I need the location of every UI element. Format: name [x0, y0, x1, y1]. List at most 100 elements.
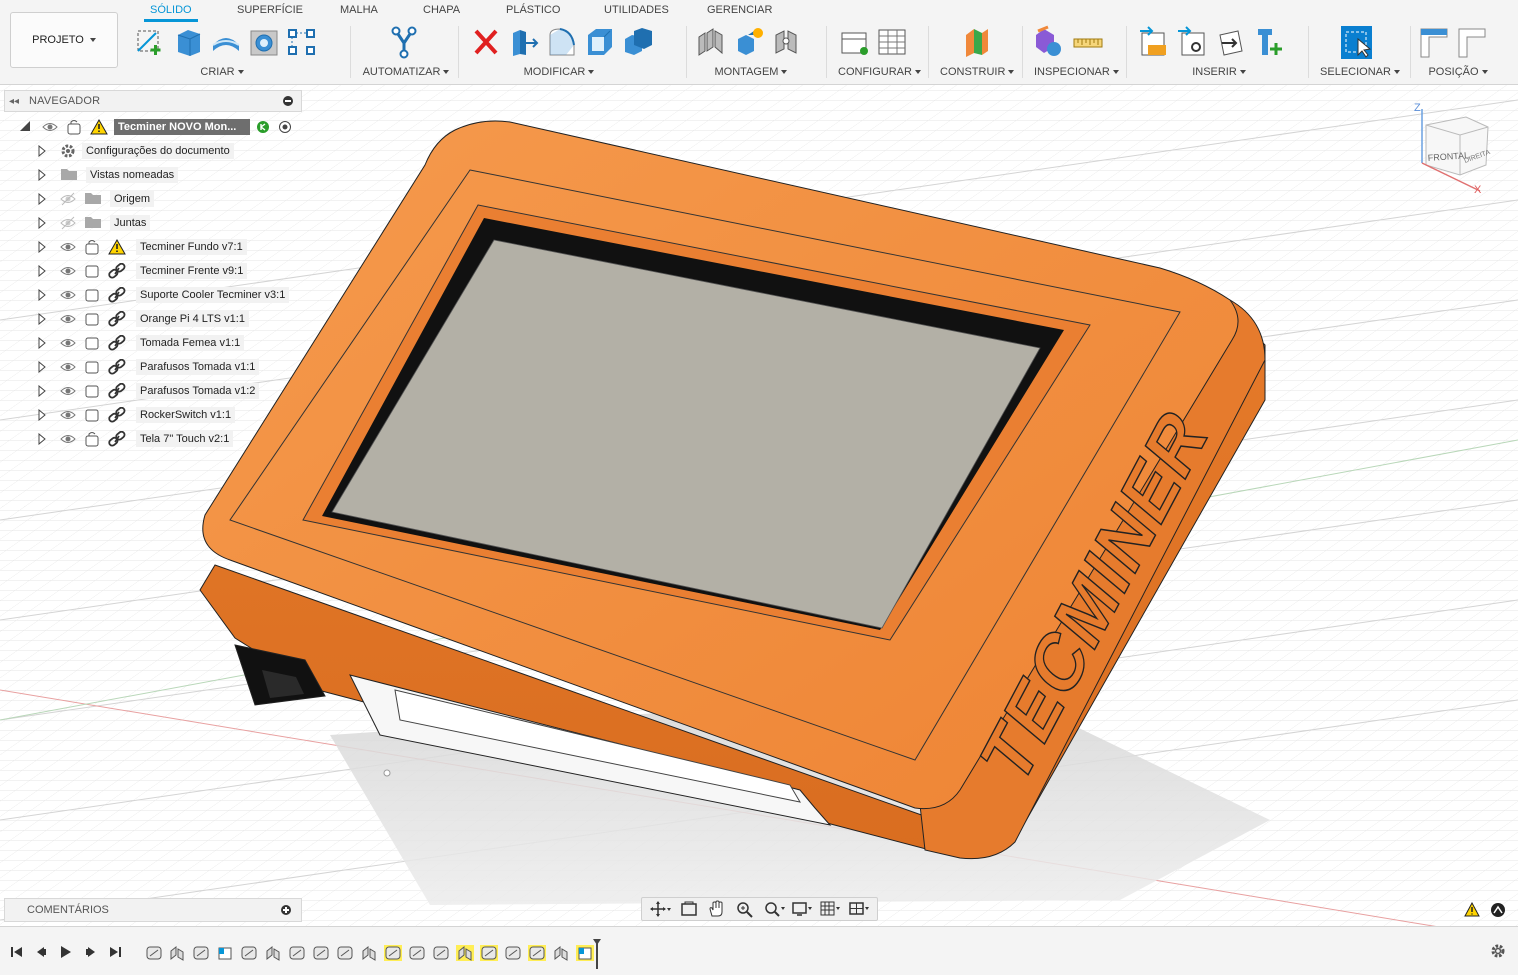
collapse-icon[interactable]: ◂◂ — [5, 96, 23, 107]
group-label-configurar[interactable]: CONFIGURAR — [838, 66, 921, 78]
group-label-automatizar[interactable]: AUTOMATIZAR — [362, 66, 450, 78]
timeline-end-icon[interactable] — [108, 945, 122, 959]
tree-item[interactable]: Tecminer Frente v9:1 — [0, 260, 310, 282]
expand-icon[interactable] — [38, 337, 46, 349]
visibility-eye-icon[interactable] — [60, 288, 76, 302]
visibility-eye-icon[interactable] — [60, 312, 76, 326]
revert-position-icon[interactable] — [1456, 25, 1488, 59]
expand-icon[interactable] — [38, 193, 46, 205]
timeline-feature-icon[interactable] — [288, 945, 306, 961]
visibility-eye-icon[interactable] — [60, 360, 76, 374]
visibility-eye-icon[interactable] — [60, 264, 76, 278]
tree-item-label[interactable]: RockerSwitch v1:1 — [136, 407, 236, 423]
view-cube[interactable]: FRONTAL DIREITA Z X — [1410, 102, 1500, 196]
root-component-label[interactable]: Tecminer NOVO Mon... — [114, 119, 250, 135]
select-icon[interactable] — [1340, 25, 1372, 59]
tree-item-label[interactable]: Suporte Cooler Tecminer v3:1 — [136, 287, 290, 303]
group-label-selecionar[interactable]: SELECIONAR — [1320, 66, 1400, 78]
inspect-shapes-icon[interactable] — [1034, 25, 1066, 59]
tab-plastico[interactable]: PLÁSTICO — [506, 4, 560, 16]
visibility-eye-icon[interactable] — [60, 408, 76, 422]
tree-item[interactable]: Parafusos Tomada v1:2 — [0, 380, 310, 402]
tab-malha[interactable]: MALHA — [340, 4, 378, 16]
shell-icon[interactable] — [584, 25, 616, 59]
insert-mcmaster-icon[interactable] — [1252, 25, 1284, 59]
timeline-marker[interactable] — [593, 939, 601, 969]
expand-icon[interactable] — [38, 289, 46, 301]
tree-item-label[interactable]: Tecminer Frente v9:1 — [136, 263, 248, 279]
construct-plane-icon[interactable] — [960, 25, 992, 59]
timeline-prev-icon[interactable] — [34, 945, 48, 959]
delete-icon[interactable] — [470, 25, 502, 59]
expand-icon[interactable] — [38, 265, 46, 277]
tree-item[interactable]: Juntas — [0, 212, 310, 234]
look-at-icon[interactable] — [678, 900, 700, 918]
tree-item[interactable]: Orange Pi 4 LTS v1:1 — [0, 308, 310, 330]
tab-solido[interactable]: SÓLIDO — [144, 4, 198, 22]
revolve-icon[interactable] — [210, 25, 242, 59]
timeline-feature-icon[interactable] — [432, 945, 450, 961]
expand-icon[interactable] — [38, 433, 46, 445]
timeline-feature-icon[interactable] — [145, 945, 163, 961]
create-sketch-icon[interactable] — [134, 25, 166, 59]
grid-settings-icon[interactable] — [819, 900, 841, 918]
insert-svg-icon[interactable] — [1138, 25, 1170, 59]
timeline-feature-icon[interactable] — [168, 945, 186, 961]
timeline-feature-icon[interactable] — [456, 945, 474, 961]
tab-gerenciar[interactable]: GERENCIAR — [707, 4, 772, 16]
tree-item[interactable]: Parafusos Tomada v1:1 — [0, 356, 310, 378]
tree-item[interactable]: RockerSwitch v1:1 — [0, 404, 310, 426]
tree-item-label[interactable]: Juntas — [110, 215, 151, 231]
expand-icon[interactable] — [38, 361, 46, 373]
display-settings-icon[interactable] — [791, 900, 813, 918]
tree-item-label[interactable]: Parafusos Tomada v1:2 — [136, 383, 260, 399]
timeline-feature-icon[interactable] — [216, 945, 234, 961]
tree-item-label[interactable]: Tecminer Fundo v7:1 — [136, 239, 247, 255]
timeline-feature-icon[interactable] — [480, 945, 498, 961]
tab-utilidades[interactable]: UTILIDADES — [604, 4, 669, 16]
insert-derive-icon[interactable] — [1214, 25, 1246, 59]
timeline-feature-icon[interactable] — [240, 945, 258, 961]
timeline-feature-icon[interactable] — [384, 945, 402, 961]
radio-active-icon[interactable] — [278, 120, 292, 134]
group-label-posicao[interactable]: POSIÇÃO — [1418, 66, 1498, 78]
hidden-eye-icon[interactable] — [60, 216, 76, 230]
tab-chapa[interactable]: CHAPA — [423, 4, 460, 16]
hidden-eye-icon[interactable] — [60, 192, 76, 206]
as-built-joint-icon[interactable] — [772, 25, 804, 59]
minimize-icon[interactable] — [283, 96, 293, 106]
timeline-start-icon[interactable] — [10, 945, 24, 959]
expand-icon[interactable] — [38, 409, 46, 421]
tree-item[interactable]: Tomada Femea v1:1 — [0, 332, 310, 354]
capture-position-icon[interactable] — [1418, 25, 1450, 59]
visibility-eye-icon[interactable] — [60, 240, 76, 254]
group-label-construir[interactable]: CONSTRUIR — [940, 66, 1015, 78]
expand-icon[interactable] — [38, 217, 46, 229]
zoom-icon[interactable] — [734, 900, 756, 918]
configure-grid-icon[interactable] — [876, 25, 908, 59]
tree-root[interactable]: Tecminer NOVO Mon... — [0, 116, 310, 138]
timeline-feature-icon[interactable] — [336, 945, 354, 961]
group-label-inspecionar[interactable]: INSPECIONAR — [1034, 66, 1119, 78]
timeline-feature-icon[interactable] — [552, 945, 570, 961]
activate-component-icon[interactable] — [256, 120, 270, 134]
tree-item[interactable]: Tecminer Fundo v7:1 — [0, 236, 310, 258]
collapse-root-icon[interactable] — [20, 121, 30, 131]
tree-item-label[interactable]: Tela 7" Touch v2:1 — [136, 431, 234, 447]
timeline-feature-icon[interactable] — [408, 945, 426, 961]
expand-icon[interactable] — [38, 313, 46, 325]
group-label-criar[interactable]: CRIAR — [104, 66, 340, 78]
timeline-play-icon[interactable] — [58, 945, 72, 959]
measure-icon[interactable] — [1072, 25, 1104, 59]
visibility-eye-icon[interactable] — [42, 120, 58, 134]
automate-icon[interactable] — [388, 25, 420, 59]
hole-icon[interactable] — [248, 25, 280, 59]
timeline-next-icon[interactable] — [84, 945, 98, 959]
visibility-eye-icon[interactable] — [60, 336, 76, 350]
tab-superficie[interactable]: SUPERFÍCIE — [237, 4, 303, 16]
timeline-feature-icon[interactable] — [504, 945, 522, 961]
joint-icon[interactable] — [696, 25, 728, 59]
tree-item-label[interactable]: Configurações do documento — [82, 143, 234, 159]
new-component-icon[interactable] — [734, 25, 766, 59]
tree-item[interactable]: Suporte Cooler Tecminer v3:1 — [0, 284, 310, 306]
